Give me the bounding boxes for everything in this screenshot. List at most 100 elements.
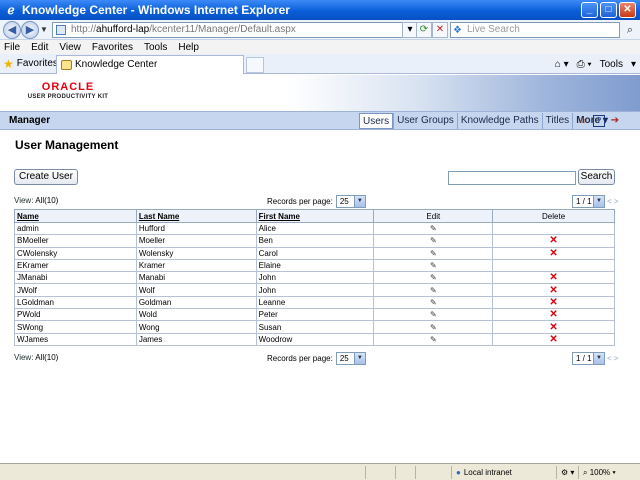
tab-users[interactable]: Users [359, 113, 394, 129]
address-field[interactable]: http://ahufford-lap/kcenter11/Manager/De… [52, 22, 414, 38]
cell-username: JManabi [14, 271, 137, 285]
chevron-down-icon: ▼ [353, 196, 365, 207]
search-go-icon[interactable]: ⌕ [622, 22, 638, 38]
delete-icon[interactable]: ✕ [549, 248, 557, 258]
cell-first-name: Carol [255, 246, 375, 260]
favorites-button[interactable]: ★ Favorites [3, 56, 58, 72]
forward-button[interactable]: ▶ [21, 21, 39, 39]
table-row: EKramer Kramer Elaine ✎ [14, 258, 615, 273]
zoom-control[interactable]: ⌕ 100% ▾ [578, 466, 628, 479]
delete-icon[interactable]: ✕ [549, 297, 557, 307]
tab-knowledge-center[interactable]: Knowledge Center [56, 55, 244, 74]
table-row: admin Hufford Alice ✎ [14, 221, 615, 236]
menu-tools[interactable]: Tools [144, 42, 167, 53]
tab-knowledge-paths[interactable]: Knowledge Paths [456, 113, 542, 129]
edit-icon[interactable]: ✎ [430, 237, 437, 245]
col-last-name-label: Last Name [138, 211, 180, 221]
view-label: View: [14, 196, 36, 205]
chevron-down-icon: ▼ [593, 353, 604, 364]
cell-first-name: Peter [255, 308, 375, 322]
records-select[interactable]: 25 ▼ [335, 352, 366, 365]
cell-username: LGoldman [14, 295, 137, 310]
menu-favorites[interactable]: Favorites [92, 42, 133, 53]
minimize-button[interactable]: _ [581, 2, 598, 18]
edit-icon[interactable]: ✎ [430, 262, 437, 270]
menu-bar: File Edit View Favorites Tools Help [0, 40, 640, 54]
delete-icon[interactable]: ✕ [549, 334, 557, 344]
col-first-name[interactable]: First Name [255, 209, 375, 223]
cell-last-name: Manabi [135, 271, 257, 285]
logout-icon[interactable]: ➔ [609, 115, 621, 127]
delete-icon[interactable]: ✕ [549, 236, 557, 246]
tab-user-groups[interactable]: User Groups [393, 113, 457, 129]
records-label: Records per page: [267, 197, 333, 206]
records-label: Records per page: [267, 354, 333, 363]
page-title: User Management [15, 138, 119, 152]
user-search-input[interactable] [448, 171, 576, 185]
delete-icon[interactable]: ✕ [549, 310, 557, 320]
protected-mode-icon[interactable]: ⚙ ▾ [556, 466, 578, 479]
menu-edit[interactable]: Edit [31, 42, 48, 53]
tools-dropdown-icon[interactable]: ▾ [631, 59, 636, 70]
col-last-name[interactable]: Last Name [135, 209, 257, 223]
cell-edit: ✎ [373, 320, 494, 334]
close-button[interactable]: ✕ [619, 2, 636, 18]
maximize-button[interactable]: □ [600, 2, 617, 18]
status-segment [415, 466, 451, 479]
cell-username: EKramer [14, 258, 137, 273]
history-dropdown-icon[interactable]: ▼ [40, 25, 48, 34]
header-icons: ⌂ ? ➔ [577, 115, 625, 127]
edit-icon[interactable]: ✎ [430, 225, 437, 233]
print-icon[interactable]: ⎙ ▾ [577, 59, 592, 70]
delete-icon[interactable]: ✕ [549, 322, 557, 332]
edit-icon[interactable]: ✎ [430, 335, 437, 344]
view-all-link[interactable]: All(10) [35, 196, 58, 205]
edit-icon[interactable]: ✎ [430, 286, 437, 295]
edit-icon[interactable]: ✎ [430, 249, 437, 258]
refresh-icon[interactable]: ⟳ [416, 22, 432, 38]
menu-view[interactable]: View [59, 42, 81, 53]
page-select[interactable]: 1 / 1 ▼ [572, 195, 605, 208]
home-icon[interactable]: ⌂ ▾ [555, 59, 569, 70]
menu-file[interactable]: File [4, 42, 20, 53]
cell-edit: ✎ [373, 258, 494, 273]
create-user-button[interactable]: Create User [14, 169, 78, 185]
cell-username: WJames [14, 332, 137, 346]
live-search-input[interactable]: ❖ Live Search [450, 22, 620, 38]
cell-edit: ✎ [373, 308, 494, 322]
edit-icon[interactable]: ✎ [430, 311, 437, 319]
pager-arrows[interactable]: < > [607, 197, 619, 206]
home-icon[interactable]: ⌂ [577, 115, 589, 127]
edit-icon[interactable]: ✎ [430, 274, 437, 282]
delete-icon[interactable]: ✕ [549, 285, 557, 295]
delete-icon[interactable]: ✕ [549, 273, 557, 283]
url-path: /kcenter11/Manager/Default.aspx [149, 24, 296, 35]
col-name[interactable]: Name [14, 209, 137, 223]
search-button[interactable]: Search [578, 169, 615, 185]
new-tab-button[interactable] [246, 57, 264, 73]
pager-arrows[interactable]: < > [607, 354, 619, 363]
edit-icon[interactable]: ✎ [430, 298, 437, 307]
page-select[interactable]: 1 / 1 ▼ [572, 352, 605, 365]
edit-icon[interactable]: ✎ [430, 323, 437, 332]
zone-label: Local intranet [463, 468, 512, 477]
chevron-down-icon: ▼ [353, 353, 365, 364]
cell-edit: ✎ [373, 234, 494, 248]
cell-last-name: Wong [135, 320, 257, 334]
page-value: 1 / 1 [576, 354, 592, 363]
cell-delete [492, 221, 615, 236]
page-icon [56, 25, 66, 35]
tab-titles[interactable]: Titles [541, 113, 573, 129]
col-edit: Edit [373, 209, 494, 223]
view-all-link[interactable]: All(10) [35, 353, 58, 362]
command-bar: ⌂ ▾ ⎙ ▾ Tools ▾ [547, 56, 636, 72]
tools-menu[interactable]: Tools [600, 59, 623, 70]
help-icon[interactable]: ? [593, 115, 605, 127]
back-button[interactable]: ◀ [3, 21, 21, 39]
table-row: SWong Wong Susan ✎ ✕ [14, 320, 615, 334]
cell-delete: ✕ [492, 283, 615, 297]
records-select[interactable]: 25 ▼ [335, 195, 366, 208]
stop-icon[interactable]: ✕ [432, 22, 448, 38]
menu-help[interactable]: Help [178, 42, 199, 53]
page-value: 1 / 1 [576, 197, 592, 206]
